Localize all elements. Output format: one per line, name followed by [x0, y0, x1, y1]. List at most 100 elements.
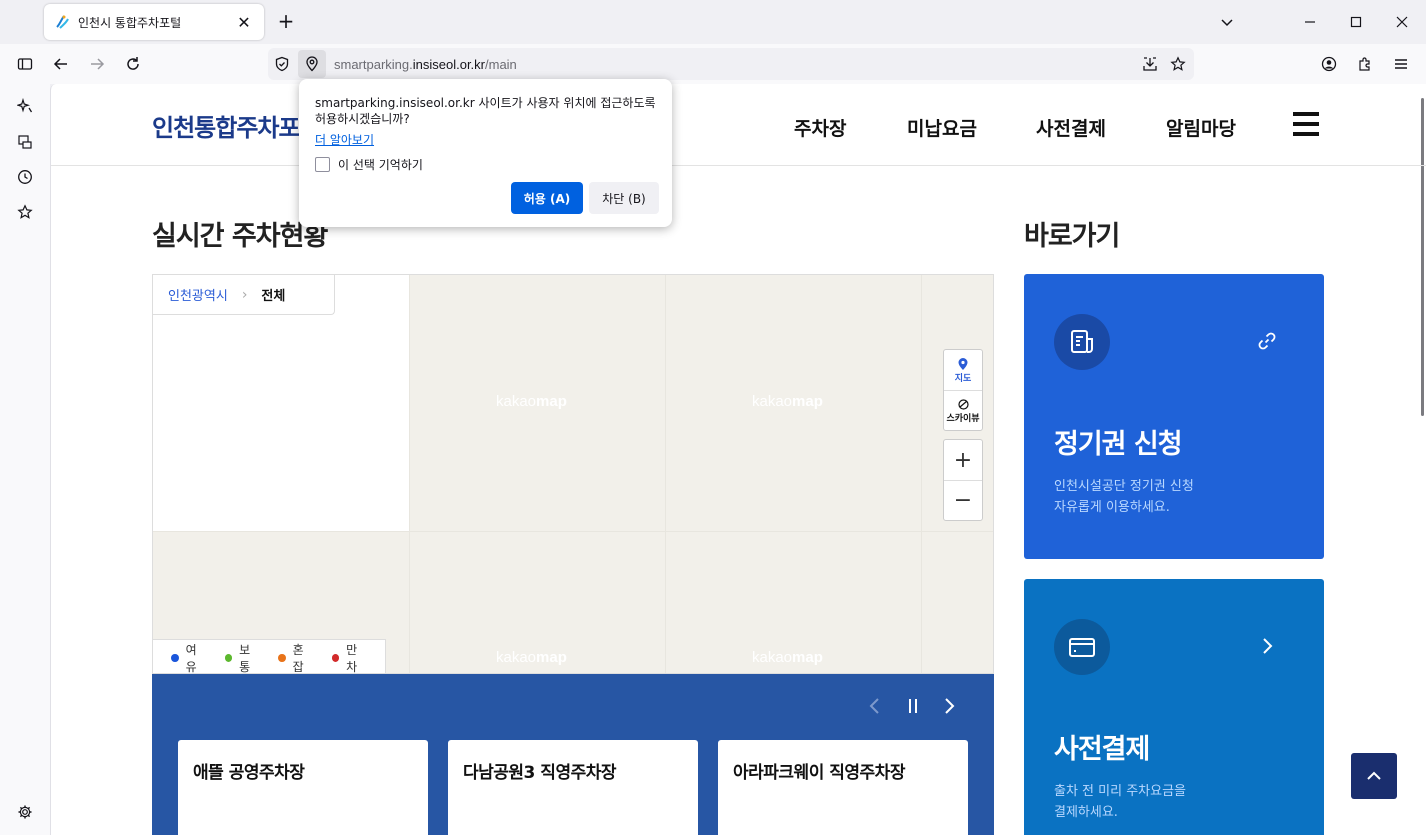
new-tab-icon[interactable]: + — [276, 10, 296, 34]
back-icon[interactable] — [47, 50, 75, 78]
history-clock-icon[interactable] — [12, 164, 38, 190]
close-tab-icon[interactable]: ✕ — [234, 13, 254, 32]
extensions-icon[interactable] — [1351, 50, 1379, 78]
season-pass-title: 정기권 신청 — [1054, 429, 1183, 460]
document-icon — [1054, 314, 1110, 370]
parking-lot-card[interactable]: 다남공원3 직영주차장 — [448, 740, 698, 835]
season-pass-description: 인천시설공단 정기권 신청 자유롭게 이용하세요. — [1054, 479, 1194, 515]
learn-more-link[interactable]: 더 알아보기 — [315, 131, 374, 148]
settings-gear-icon[interactable] — [12, 799, 38, 825]
site-logo[interactable]: 인천통합주차포털 — [152, 108, 322, 143]
chevron-up-icon — [1367, 771, 1381, 780]
maximize-icon[interactable] — [1342, 8, 1370, 36]
legend-item-available: 여유 — [171, 641, 207, 673]
external-link-icon[interactable] — [1254, 328, 1280, 354]
permission-message: smartparking.insiseol.or.kr 사이트가 사용자 위치에… — [315, 96, 656, 126]
breadcrumb-city[interactable]: 인천광역시 — [168, 285, 228, 304]
prepayment-description: 출차 전 미리 주차요금을 결제하세요. — [1054, 784, 1186, 820]
nav-prepayment[interactable]: 사전결제 — [1036, 114, 1106, 141]
location-permission-icon[interactable] — [298, 50, 326, 78]
parking-lot-name: 다남공원3 직영주차장 — [463, 763, 617, 783]
chevron-right-icon[interactable] — [1254, 633, 1280, 659]
breadcrumb-current[interactable]: 전체 — [261, 285, 285, 304]
address-bar[interactable]: smartparking.insiseol.or.kr/main — [268, 48, 1194, 80]
map-type-map-button[interactable]: 지도 — [944, 350, 982, 390]
tab-list-chevron-icon[interactable] — [1213, 8, 1241, 36]
legend-item-normal: 보통 — [224, 641, 261, 673]
browser-tab[interactable]: 인천시 통합주차포털 ✕ — [44, 4, 264, 40]
map-tile-border — [921, 275, 922, 673]
bookmark-star-icon[interactable] — [1164, 50, 1192, 78]
zoom-out-button[interactable]: − — [944, 480, 982, 520]
zoom-control: + − — [943, 439, 983, 521]
map-type-map-label: 지도 — [954, 373, 972, 384]
map-watermark: kakaomap — [752, 649, 823, 666]
menu-icon[interactable] — [1387, 50, 1415, 78]
site-header: 인천통합주차포털 주차장 미납요금 사전결제 알림마당 — [51, 84, 1426, 166]
allow-button[interactable]: 허용 (A) — [511, 182, 583, 214]
remember-choice-checkbox-row[interactable]: 이 선택 기억하기 — [315, 156, 656, 173]
nav-notice-board[interactable]: 알림마당 — [1166, 114, 1236, 141]
nav-parking[interactable]: 주차장 — [794, 114, 846, 141]
map-watermark: kakaomap — [496, 649, 567, 666]
region-breadcrumb: 인천광역시 › 전체 — [153, 275, 335, 315]
parking-lot-name: 아라파크웨이 직영주차장 — [733, 763, 905, 783]
map-tile-border — [153, 531, 993, 532]
parking-lot-card[interactable]: 아라파크웨이 직영주차장 — [718, 740, 968, 835]
forward-icon[interactable] — [83, 50, 111, 78]
parking-lot-card[interactable]: 애뜰 공영주차장 — [178, 740, 428, 835]
skyview-icon — [957, 398, 969, 410]
tab-title: 인천시 통합주차포털 — [78, 15, 182, 30]
carousel-prev-icon[interactable] — [868, 696, 882, 721]
location-permission-popup: smartparking.insiseol.or.kr 사이트가 사용자 위치에… — [299, 79, 672, 227]
zoom-in-button[interactable]: + — [944, 440, 982, 480]
map-type-skyview-button[interactable]: 스카이뷰 — [944, 390, 982, 430]
navigation-bar: smartparking.insiseol.or.kr/main — [0, 44, 1426, 84]
hamburger-menu-icon[interactable] — [1293, 112, 1319, 136]
browser-sidebar — [0, 84, 50, 835]
map-pin-icon — [958, 357, 968, 370]
breadcrumb-chevron-icon: › — [241, 286, 248, 303]
tracking-shield-icon[interactable] — [268, 50, 296, 78]
map-type-control: 지도 스카이뷰 — [943, 349, 983, 431]
close-window-icon[interactable] — [1388, 8, 1416, 36]
block-button[interactable]: 차단 (B) — [589, 182, 659, 214]
web-page: 인천통합주차포털 주차장 미납요금 사전결제 알림마당 실시간 주차현황 바로가… — [50, 84, 1426, 835]
carousel-next-icon[interactable] — [942, 696, 956, 721]
parking-lot-carousel: 애뜰 공영주차장 다남공원3 직영주차장 아라파크웨이 직영주차장 — [152, 674, 994, 835]
prepayment-card[interactable]: 사전결제 출차 전 미리 주차요금을 결제하세요. — [1024, 579, 1324, 835]
url-text: smartparking.insiseol.or.kr/main — [334, 56, 517, 72]
map-watermark: kakaomap — [496, 393, 567, 410]
parking-map[interactable]: kakaomap kakaomap kakaomap kakaomap 인천광역… — [152, 274, 994, 674]
scroll-to-top-button[interactable] — [1351, 753, 1397, 799]
legend-dot — [331, 653, 340, 662]
prepayment-title: 사전결제 — [1054, 734, 1150, 765]
synced-tabs-icon[interactable] — [12, 129, 38, 155]
bookmarks-star-icon[interactable] — [12, 199, 38, 225]
carousel-pause-icon[interactable] — [906, 696, 920, 721]
tab-bar: 인천시 통합주차포털 ✕ + — [0, 0, 1426, 44]
remember-choice-checkbox[interactable] — [315, 157, 330, 172]
map-watermark: kakaomap — [752, 393, 823, 410]
legend-dot — [171, 653, 179, 662]
site-favicon-icon — [54, 14, 70, 30]
legend-dot — [224, 653, 233, 662]
map-type-skyview-label: 스카이뷰 — [946, 413, 980, 424]
remember-choice-label: 이 선택 기억하기 — [338, 158, 423, 172]
save-page-icon[interactable] — [1136, 50, 1164, 78]
congestion-legend: 여유 보통 혼잡 만차 — [153, 639, 386, 673]
card-payment-icon — [1054, 619, 1110, 675]
account-icon[interactable] — [1315, 50, 1343, 78]
minimize-icon[interactable] — [1296, 8, 1324, 36]
sidebar-toggle-icon[interactable] — [11, 50, 39, 78]
reload-icon[interactable] — [119, 50, 147, 78]
legend-item-full: 만차 — [331, 641, 368, 673]
season-pass-card[interactable]: 정기권 신청 인천시설공단 정기권 신청 자유롭게 이용하세요. — [1024, 274, 1324, 559]
shortcuts-section-title: 바로가기 — [1024, 221, 1120, 252]
ai-sparkle-icon[interactable] — [12, 93, 38, 119]
parking-lot-name: 애뜰 공영주차장 — [193, 763, 305, 783]
map-tile-border — [665, 275, 666, 673]
legend-dot — [278, 653, 286, 662]
nav-unpaid-fees[interactable]: 미납요금 — [907, 114, 977, 141]
map-tile-border — [409, 275, 410, 673]
